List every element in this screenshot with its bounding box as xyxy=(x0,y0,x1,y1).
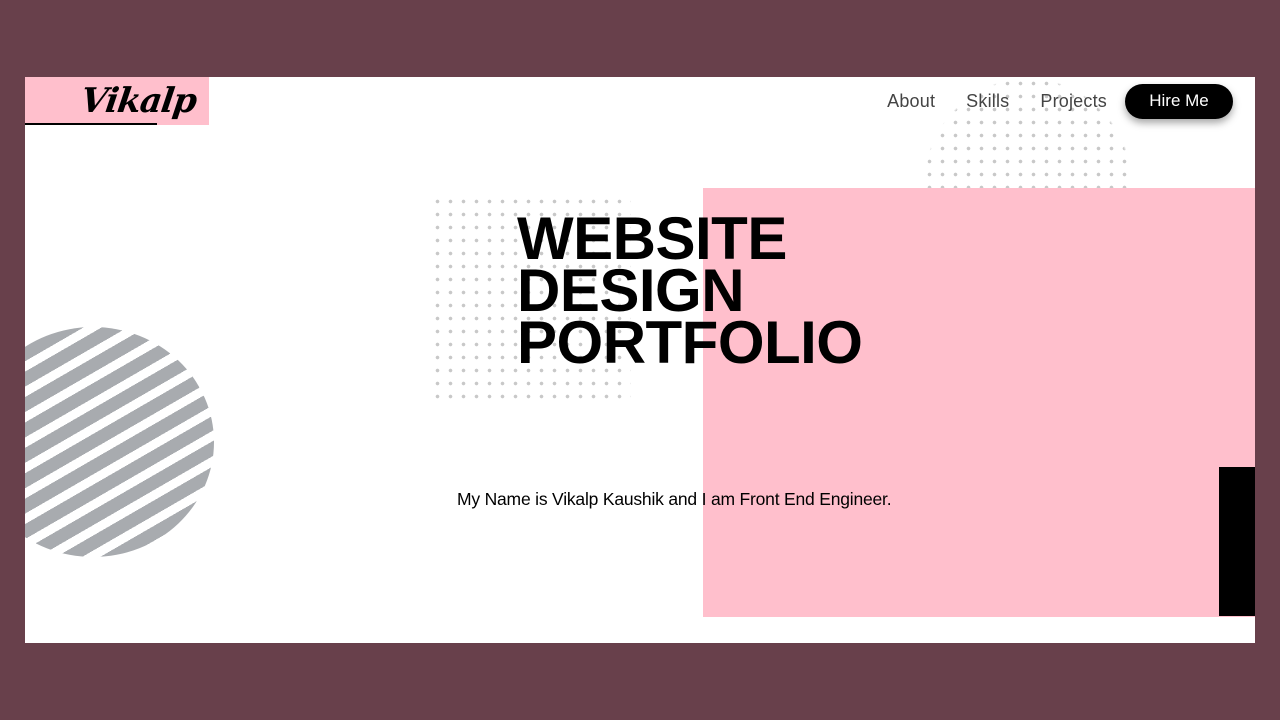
hire-me-button[interactable]: Hire Me xyxy=(1125,83,1233,119)
hero-intro-text: My Name is Vikalp Kaushik and I am Front… xyxy=(457,489,892,509)
page-frame: Vikalp About Skills Projects Hire Me WEB… xyxy=(25,77,1255,643)
logo[interactable]: Vikalp xyxy=(78,79,199,123)
logo-underline xyxy=(25,123,157,125)
headline-line-3: PORTFOLIO xyxy=(517,309,863,376)
hero-headline: WEBSITE DESIGN PORTFOLIO xyxy=(517,209,863,376)
striped-circle-decoration xyxy=(25,327,214,557)
black-accent-bar xyxy=(1219,467,1255,616)
nav-about-link[interactable]: About xyxy=(887,91,935,112)
nav-projects-link[interactable]: Projects xyxy=(1040,91,1107,112)
nav-skills-link[interactable]: Skills xyxy=(966,91,1009,112)
main-nav: About Skills Projects Hire Me xyxy=(887,83,1233,119)
logo-block[interactable]: Vikalp xyxy=(25,77,209,125)
